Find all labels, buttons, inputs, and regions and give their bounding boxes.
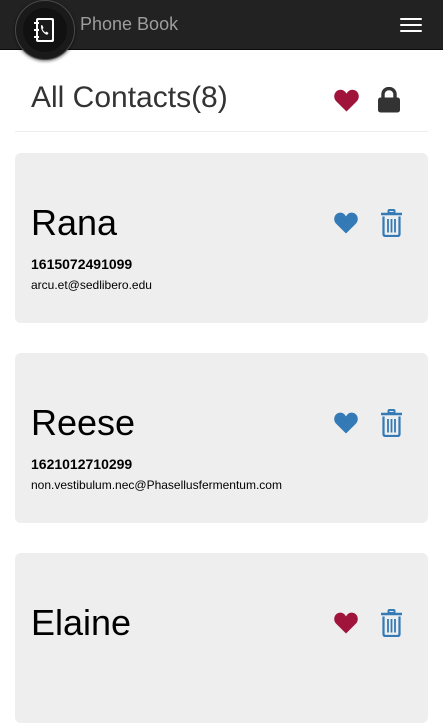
brand-title[interactable]: Phone Book <box>80 13 178 35</box>
page-header: All Contacts(8) <box>15 50 428 132</box>
trash-icon[interactable] <box>380 209 403 237</box>
contact-card[interactable]: Rana 1615072491099 arcu.et@sedlibero.edu <box>15 153 428 323</box>
contact-phone: 1615072491099 <box>31 256 133 272</box>
contact-phone: 1621012710299 <box>31 456 133 472</box>
contact-card[interactable]: Reese 1621012710299 non.vestibulum.nec@P… <box>15 353 428 523</box>
contact-name: Rana <box>31 202 118 243</box>
favorite-heart-icon[interactable] <box>334 612 358 634</box>
page-title: All Contacts(8) <box>31 81 228 114</box>
lock-icon[interactable] <box>377 87 401 113</box>
hamburger-menu-icon[interactable] <box>394 8 428 42</box>
address-book-icon <box>23 8 67 52</box>
navbar: Phone Book <box>0 0 443 60</box>
trash-icon[interactable] <box>380 609 403 637</box>
heart-icon[interactable] <box>334 89 359 112</box>
contact-card[interactable]: Elaine <box>15 553 428 723</box>
contact-email: arcu.et@sedlibero.edu <box>31 278 152 292</box>
contact-name: Elaine <box>31 602 132 643</box>
contact-name: Reese <box>31 402 136 443</box>
favorite-heart-icon[interactable] <box>334 212 358 234</box>
contact-email: non.vestibulum.nec@Phasellusfermentum.co… <box>31 478 282 492</box>
trash-icon[interactable] <box>380 409 403 437</box>
favorite-heart-icon[interactable] <box>334 412 358 434</box>
